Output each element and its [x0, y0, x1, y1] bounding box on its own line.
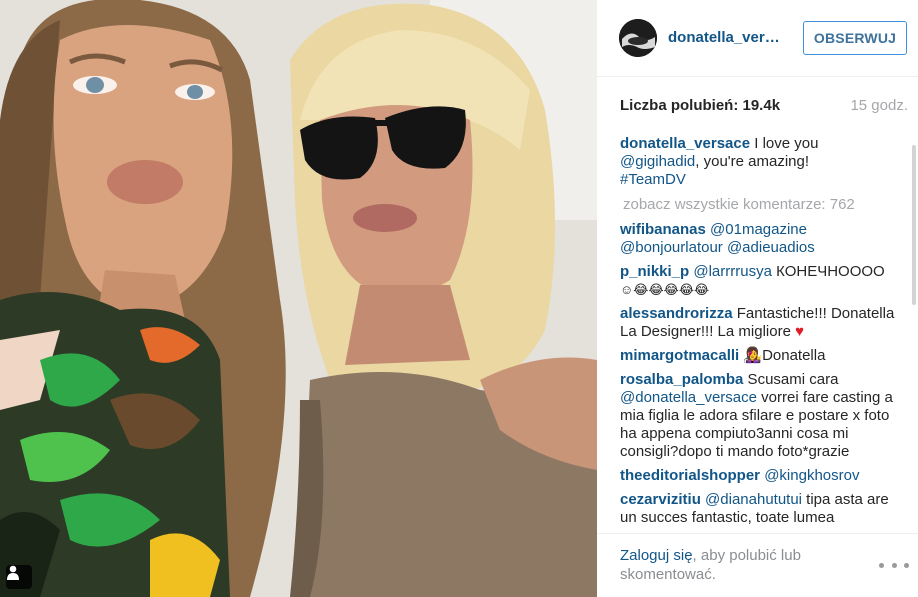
comment-emoji: ☺😂😂😂😂😂: [620, 282, 710, 297]
person-icon: [7, 565, 19, 580]
likes-count[interactable]: Liczba polubień: 19.4k: [620, 97, 780, 114]
selfie-image: [0, 0, 597, 597]
comments-list[interactable]: donatella_versace I love you @gigihadid,…: [620, 135, 896, 533]
author-username[interactable]: donatella_versace: [668, 29, 784, 46]
comment-mention[interactable]: @dianahututui: [705, 491, 802, 508]
ellipsis-icon: [904, 562, 909, 568]
comment-text: Scusami cara: [743, 371, 839, 388]
caption-hashtag[interactable]: #TeamDV: [620, 171, 686, 188]
post-stats: Liczba polubień: 19.4k 15 godz.: [620, 97, 908, 119]
caption: donatella_versace I love you @gigihadid,…: [620, 135, 896, 189]
ellipsis-icon: [879, 562, 884, 568]
comment-item: cezarvizitiu @dianahututui tipa asta are…: [620, 491, 896, 527]
comment-mention[interactable]: @larrrrusya: [693, 263, 772, 280]
caption-text-after: , you're amazing!: [695, 153, 810, 170]
comment-item: theeditorialshopper @kingkhosrov: [620, 467, 896, 485]
comment-username[interactable]: wifibananas: [620, 221, 706, 238]
comment-mention[interactable]: @donatella_versace: [620, 389, 757, 406]
post-photo[interactable]: [0, 0, 597, 597]
heart-icon: ♥: [795, 323, 804, 340]
comment-text: 👩‍🎤Donatella: [739, 347, 826, 364]
login-link[interactable]: Zaloguj się: [620, 547, 693, 564]
comment-mention[interactable]: @kingkhosrov: [764, 467, 859, 484]
ellipsis-icon: [891, 562, 897, 568]
caption-text: I love you: [750, 135, 819, 152]
comment-username[interactable]: rosalba_palomba: [620, 371, 743, 388]
comment-item: p_nikki_p @larrrrusya КОНЕЧНОООО ☺😂😂😂😂😂: [620, 263, 896, 299]
post-footer: Zaloguj się, aby polubić lub skomentować…: [597, 533, 918, 597]
avatar-image: [619, 19, 657, 57]
comment-username[interactable]: p_nikki_p: [620, 263, 689, 280]
post-timestamp[interactable]: 15 godz.: [850, 97, 908, 114]
comments-scrollbar[interactable]: [912, 145, 916, 305]
follow-button[interactable]: OBSERWUJ: [803, 21, 907, 55]
comment-text: КОНЕЧНОООО: [771, 263, 885, 280]
caption-username[interactable]: donatella_versace: [620, 135, 750, 152]
comment-item: rosalba_palomba Scusami cara @donatella_…: [620, 371, 896, 461]
comment-username[interactable]: mimargotmacalli: [620, 347, 739, 364]
login-prompt: Zaloguj się, aby polubić lub skomentować…: [620, 546, 830, 584]
comment-username[interactable]: theeditorialshopper: [620, 467, 760, 484]
comment-item: wifibananas @01magazine @bonjourlatour @…: [620, 221, 896, 257]
more-options-button[interactable]: [879, 558, 909, 572]
view-all-comments-link[interactable]: zobacz wszystkie komentarze: 762: [623, 196, 896, 214]
comment-item: alessandrorizza Fantastiche!!! Donatella…: [620, 305, 896, 341]
caption-mention[interactable]: @gigihadid: [620, 153, 695, 170]
avatar[interactable]: [619, 19, 657, 57]
comment-username[interactable]: alessandrorizza: [620, 305, 733, 322]
comment-username[interactable]: cezarvizitiu: [620, 491, 701, 508]
user-tag-button[interactable]: [6, 565, 32, 589]
post-sidebar: donatella_versace OBSERWUJ Liczba polubi…: [597, 0, 918, 597]
post-header: donatella_versace OBSERWUJ: [597, 0, 918, 77]
comment-item: mimargotmacalli 👩‍🎤Donatella: [620, 347, 896, 365]
